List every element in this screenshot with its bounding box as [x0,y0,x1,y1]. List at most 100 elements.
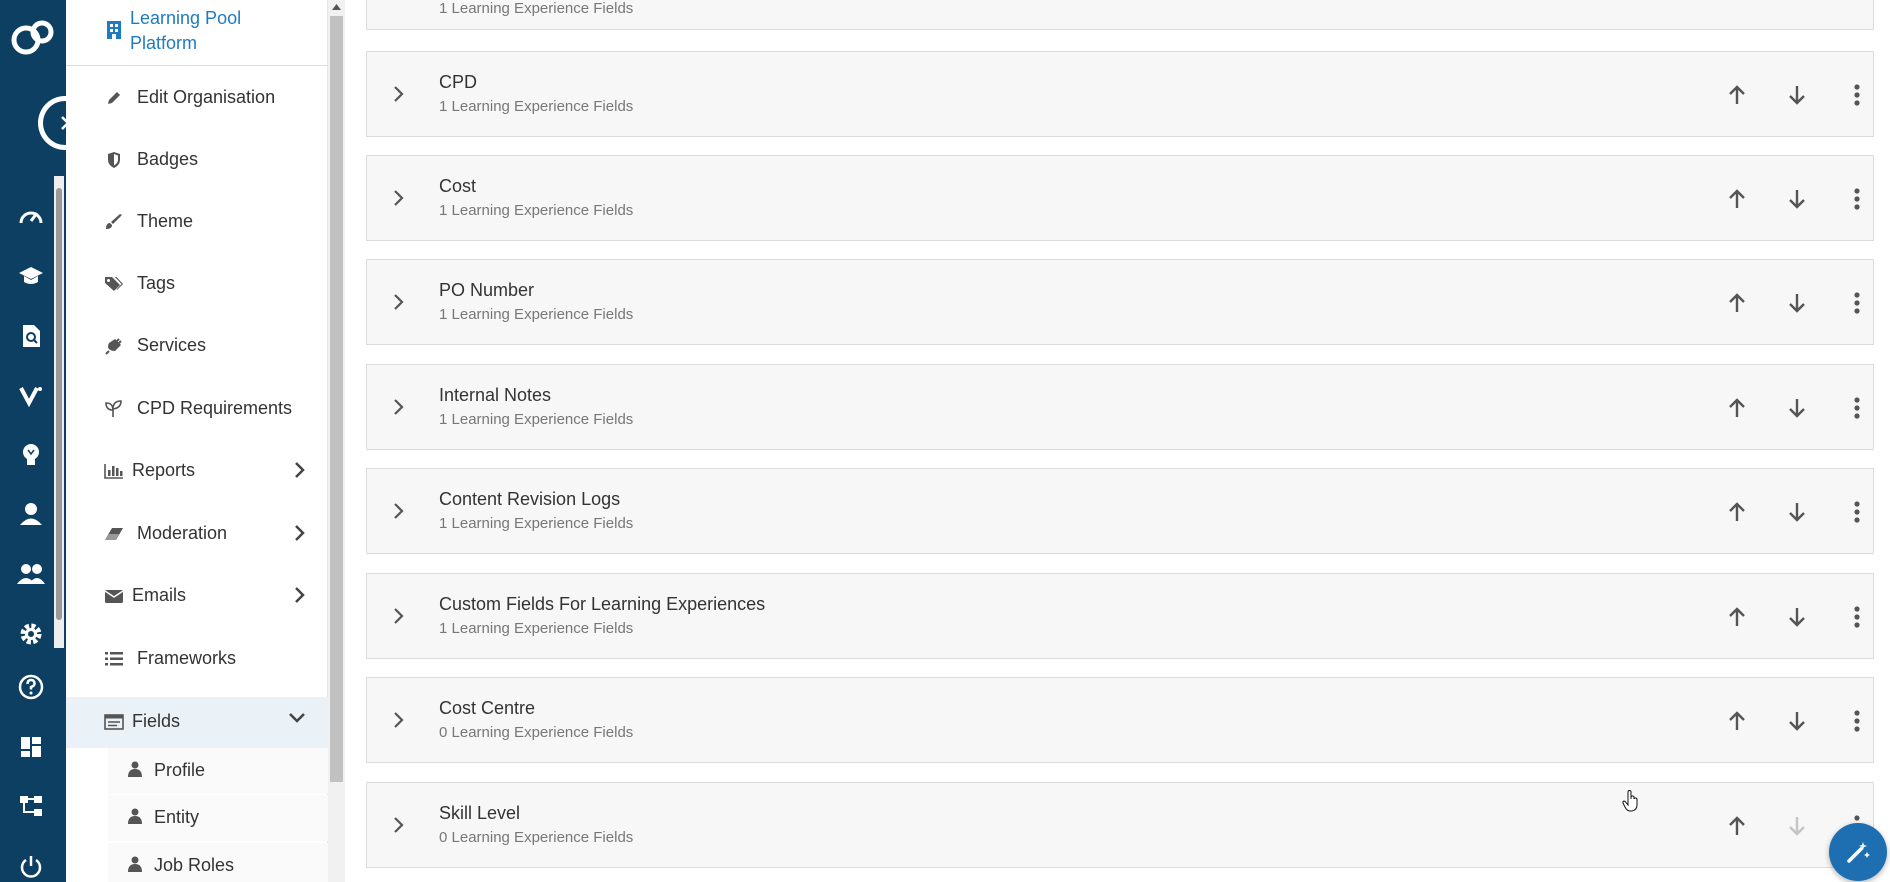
field-group-subtitle: 1 Learning Experience Fields [439,306,634,323]
move-down-button [1783,812,1811,840]
more-options-button[interactable] [1843,498,1871,526]
chevron-right-icon [295,462,305,478]
scroll-up-arrow-icon[interactable] [332,3,341,10]
sidebar-item-label: Frameworks [137,648,237,668]
more-options-button[interactable] [1843,81,1871,109]
move-down-button[interactable] [1783,603,1811,631]
arrow-up-icon [1727,815,1747,837]
sidebar-item-cpd-requirements[interactable]: CPD Requirements [66,384,328,434]
rail-scrollbar-thumb[interactable] [56,188,62,620]
move-up-button[interactable] [1723,394,1751,422]
move-down-button[interactable] [1783,81,1811,109]
field-group-card[interactable]: CPD 1 Learning Experience Fields [366,51,1874,137]
content-search-icon[interactable] [13,318,49,354]
hierarchy-icon[interactable] [13,788,49,824]
sidebar-item-services[interactable]: Services [66,321,328,371]
more-options-button[interactable] [1843,394,1871,422]
move-down-button[interactable] [1783,707,1811,735]
organisation-header[interactable]: Learning Pool Platform [66,0,328,66]
sidebar-subitem-job-roles[interactable]: Job Roles [108,843,328,882]
move-down-button[interactable] [1783,185,1811,213]
arrow-up-icon [1727,710,1747,732]
more-options-button[interactable] [1843,603,1871,631]
groups-icon[interactable] [13,556,49,592]
arrow-up-icon [1727,84,1747,106]
move-up-button[interactable] [1723,812,1751,840]
field-group-title: Custom Fields For Learning Experiences [439,594,766,614]
field-group-title: Cost [439,176,477,196]
sidebar-item-moderation[interactable]: Moderation [66,509,328,559]
sidebar-item-reports[interactable]: Reports [66,446,328,496]
sidebar-scrollbar-thumb[interactable] [330,16,343,782]
sidebar-item-fields[interactable]: Fields [66,697,328,748]
chevron-right-icon[interactable] [393,502,405,520]
chevron-right-icon[interactable] [393,816,405,834]
pencil-icon [104,88,124,108]
power-icon[interactable] [13,848,49,882]
sidebar-item-label: CPD Requirements [137,398,293,418]
layout-icon[interactable] [13,729,49,765]
sidebar-item-frameworks[interactable]: Frameworks [66,634,328,684]
field-group-card[interactable]: Custom Fields For Learning Experiences 1 … [366,573,1874,659]
verb-icon[interactable] [13,377,49,413]
move-up-button[interactable] [1723,185,1751,213]
icon-rail [0,0,92,882]
sidebar-item-edit-organisation[interactable]: Edit Organisation [66,73,328,123]
move-down-button[interactable] [1783,394,1811,422]
sidebar-subitem-label: Profile [154,760,206,780]
envelope-icon [104,586,124,606]
field-group-card[interactable]: PO Number 1 Learning Experience Fields [366,259,1874,345]
chevron-right-icon[interactable] [393,85,405,103]
more-options-button[interactable] [1843,289,1871,317]
sidebar-item-label: Emails [132,585,187,605]
rail-scrollbar[interactable] [54,176,64,648]
settings-sidebar: Learning Pool Platform Edit Organisation… [66,0,328,882]
chevron-right-icon[interactable] [393,711,405,729]
user-icon[interactable] [13,496,49,532]
seedling-icon [104,399,124,419]
organisation-name[interactable]: Learning Pool Platform [130,6,300,56]
magic-wand-button[interactable] [1829,823,1887,881]
sidebar-item-tags[interactable]: Tags [66,259,328,309]
more-options-button[interactable] [1843,707,1871,735]
magic-wand-icon [1847,842,1870,863]
move-down-button[interactable] [1783,498,1811,526]
settings-icon[interactable] [13,616,49,652]
chevron-right-icon[interactable] [393,293,405,311]
more-vertical-icon [1854,501,1860,523]
move-up-button[interactable] [1723,81,1751,109]
field-group-card[interactable]: Skill Level 0 Learning Experience Fields [366,782,1874,868]
move-up-button[interactable] [1723,289,1751,317]
field-group-subtitle: 1 Learning Experience Fields [439,411,634,428]
more-options-button[interactable] [1843,185,1871,213]
move-up-button[interactable] [1723,603,1751,631]
sidebar-item-label: Edit Organisation [137,87,276,107]
field-group-card[interactable]: Content Revision Logs 1 Learning Experien… [366,468,1874,554]
move-down-button[interactable] [1783,289,1811,317]
dashboard-icon[interactable] [13,199,49,235]
chevron-right-icon[interactable] [393,398,405,416]
ideas-icon[interactable] [13,437,49,473]
sidebar-subitem-entity[interactable]: Entity [108,795,328,841]
chevron-right-icon[interactable] [393,607,405,625]
learning-icon[interactable] [13,258,49,294]
sidebar-item-theme[interactable]: Theme [66,197,328,247]
arrow-down-icon [1787,188,1807,210]
move-up-button[interactable] [1723,498,1751,526]
logo-icon[interactable] [8,18,58,58]
field-group-card[interactable]: Cost Centre 0 Learning Experience Fields [366,677,1874,763]
field-group-card[interactable]: Internal Notes 1 Learning Experience Fiel… [366,364,1874,450]
sidebar-item-label: Tags [137,273,176,293]
chevron-right-icon[interactable] [393,189,405,207]
sidebar-subitem-profile[interactable]: Profile [108,748,328,794]
person-icon [128,761,142,777]
field-group-card-partial[interactable]: 1 Learning Experience Fields [366,0,1874,30]
field-group-subtitle: 1 Learning Experience Fields [439,202,634,219]
sidebar-item-emails[interactable]: Emails [66,571,328,621]
arrow-down-icon [1787,501,1807,523]
field-group-card[interactable]: Cost 1 Learning Experience Fields [366,155,1874,241]
move-up-button[interactable] [1723,707,1751,735]
sidebar-scrollbar[interactable] [328,0,345,882]
help-icon[interactable] [13,669,49,705]
sidebar-item-badges[interactable]: Badges [66,135,328,185]
